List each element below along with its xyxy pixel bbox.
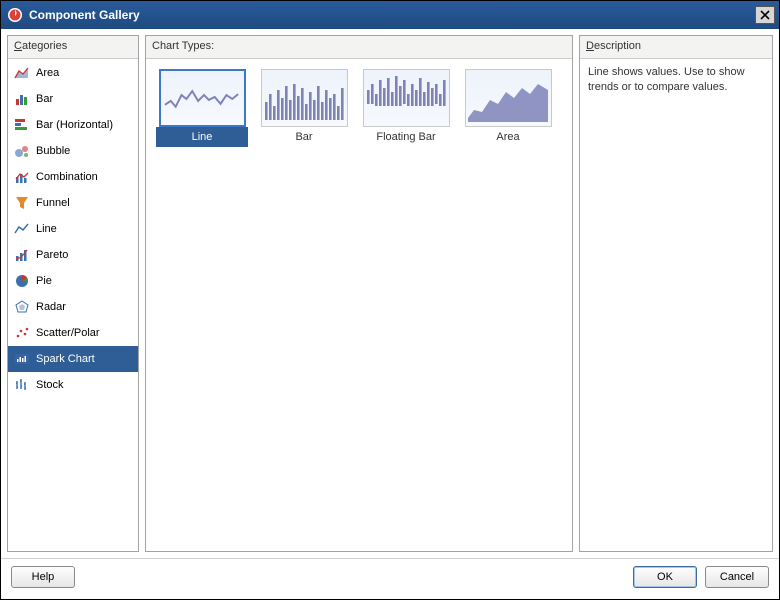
category-label: Funnel: [36, 197, 70, 209]
chart-type-tile[interactable]: Bar: [258, 69, 350, 541]
category-label: Spark Chart: [36, 353, 95, 365]
chart-types-header: Chart Types:: [146, 36, 572, 59]
window-title: Component Gallery: [29, 8, 755, 22]
bar-horizontal-icon: [14, 117, 30, 133]
titlebar: Component Gallery: [1, 1, 779, 29]
line-icon: [14, 221, 30, 237]
description-header: Description: [580, 36, 772, 59]
dialog-content: Categories Area Bar Bar (Horizontal) Bubble…: [1, 29, 779, 558]
dialog-footer: Help OK Cancel: [1, 558, 779, 594]
category-item[interactable]: Bubble: [8, 138, 138, 164]
category-label: Stock: [36, 379, 64, 391]
close-button[interactable]: [755, 6, 775, 24]
category-label: Scatter/Polar: [36, 327, 100, 339]
category-item[interactable]: Pareto: [8, 242, 138, 268]
category-label: Bubble: [36, 145, 70, 157]
category-label: Pie: [36, 275, 52, 287]
categories-header: Categories: [8, 36, 138, 59]
category-item[interactable]: Scatter/Polar: [8, 320, 138, 346]
pie-icon: [14, 273, 30, 289]
spark-area-preview: [465, 69, 552, 127]
category-label: Bar: [36, 93, 53, 105]
category-label: Combination: [36, 171, 98, 183]
radar-icon: [14, 299, 30, 315]
chart-type-tile[interactable]: Floating Bar: [360, 69, 452, 541]
scatter-icon: [14, 325, 30, 341]
pareto-icon: [14, 247, 30, 263]
spark-line-preview: [159, 69, 246, 127]
category-label: Pareto: [36, 249, 68, 261]
bubble-icon: [14, 143, 30, 159]
help-button[interactable]: Help: [11, 566, 75, 588]
category-item[interactable]: Pie: [8, 268, 138, 294]
spark-floatingbar-preview: [363, 69, 450, 127]
categories-label-rest: ategories: [22, 40, 67, 52]
chart-type-label: Line: [156, 127, 248, 147]
category-item[interactable]: Radar: [8, 294, 138, 320]
category-item[interactable]: Bar (Horizontal): [8, 112, 138, 138]
ok-button[interactable]: OK: [633, 566, 697, 588]
category-item[interactable]: Funnel: [8, 190, 138, 216]
description-panel: Description Line shows values. Use to sh…: [579, 35, 773, 552]
category-label: Radar: [36, 301, 66, 313]
chart-type-tile[interactable]: Area: [462, 69, 554, 541]
combination-icon: [14, 169, 30, 185]
spark-bar-preview: [261, 69, 348, 127]
cancel-button[interactable]: Cancel: [705, 566, 769, 588]
category-item[interactable]: Line: [8, 216, 138, 242]
chart-type-label: Area: [462, 127, 554, 147]
area-icon: [14, 65, 30, 81]
category-item[interactable]: Stock: [8, 372, 138, 398]
bar-icon: [14, 91, 30, 107]
category-item[interactable]: Area: [8, 60, 138, 86]
chart-type-label: Bar: [258, 127, 350, 147]
chart-type-label: Floating Bar: [360, 127, 452, 147]
stock-icon: [14, 377, 30, 393]
category-item[interactable]: Spark Chart: [8, 346, 138, 372]
chart-type-tile[interactable]: Line: [156, 69, 248, 541]
category-label: Bar (Horizontal): [36, 119, 113, 131]
category-label: Area: [36, 67, 59, 79]
category-label: Line: [36, 223, 57, 235]
categories-list: Area Bar Bar (Horizontal) Bubble Combination…: [8, 59, 138, 551]
chart-types-panel: Chart Types: Line Bar Floating Bar Area: [145, 35, 573, 552]
funnel-icon: [14, 195, 30, 211]
category-item[interactable]: Combination: [8, 164, 138, 190]
spark-icon: [14, 351, 30, 367]
app-icon: [7, 7, 23, 23]
categories-panel: Categories Area Bar Bar (Horizontal) Bubble…: [7, 35, 139, 552]
description-text: Line shows values. Use to show trends or…: [580, 59, 772, 551]
category-item[interactable]: Bar: [8, 86, 138, 112]
chart-types-tiles: Line Bar Floating Bar Area: [146, 59, 572, 551]
